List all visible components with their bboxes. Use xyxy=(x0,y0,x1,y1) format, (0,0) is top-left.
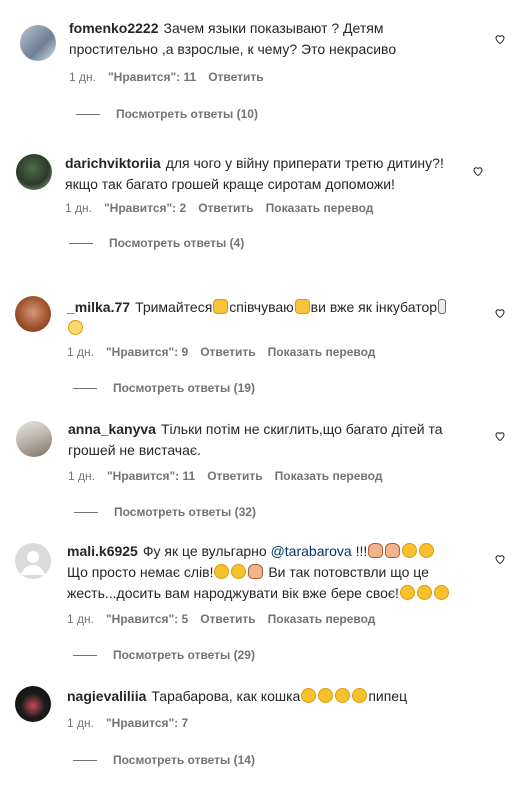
reply-button[interactable]: Ответить xyxy=(208,70,263,84)
view-replies-button[interactable]: Посмотреть ответы (32) xyxy=(74,505,256,519)
frowning-emoji-icon xyxy=(214,564,230,579)
view-replies-label: Посмотреть ответы (32) xyxy=(114,505,256,519)
rofl-emoji-icon xyxy=(402,543,418,558)
like-heart-icon[interactable] xyxy=(494,307,506,319)
laughing-emoji-icon xyxy=(301,688,317,703)
avatar[interactable] xyxy=(16,421,52,457)
default-user-icon xyxy=(21,551,45,575)
divider-line xyxy=(76,114,100,116)
comment-meta: 1 дн. "Нравится": 11 Ответить Показать пере… xyxy=(68,469,394,483)
divider-line xyxy=(73,760,97,762)
comment-time: 1 дн. xyxy=(67,716,94,730)
avatar[interactable] xyxy=(15,543,51,579)
facepalm-emoji-icon xyxy=(385,543,401,558)
view-replies-label: Посмотреть ответы (10) xyxy=(116,107,258,121)
username[interactable]: darichviktoriia xyxy=(65,155,161,171)
likes-count[interactable]: "Нравится": 9 xyxy=(106,345,188,359)
view-replies-label: Посмотреть ответы (4) xyxy=(109,236,245,250)
reply-button[interactable]: Ответить xyxy=(198,201,253,215)
comment-time: 1 дн. xyxy=(67,345,94,359)
laughing-emoji-icon xyxy=(318,688,334,703)
comment-text: darichviktoriia для чого у війну приперат… xyxy=(65,153,465,195)
divider-line xyxy=(74,512,98,514)
view-replies-button[interactable]: Посмотреть ответы (29) xyxy=(73,648,255,662)
laughing-emoji-icon xyxy=(335,688,351,703)
weary-emoji-icon xyxy=(419,543,435,558)
likes-count[interactable]: "Нравится": 5 xyxy=(106,612,188,626)
facepalm-emoji-icon xyxy=(368,543,384,558)
username[interactable]: anna_kanyva xyxy=(68,421,156,437)
laughing-emoji-icon xyxy=(352,688,368,703)
comment-body: співчуваю xyxy=(229,299,294,315)
translate-button[interactable]: Показать перевод xyxy=(268,612,376,626)
like-heart-icon[interactable] xyxy=(494,553,506,565)
view-replies-button[interactable]: Посмотреть ответы (10) xyxy=(76,107,258,121)
like-heart-icon[interactable] xyxy=(472,165,484,177)
comment-meta: 1 дн. "Нравится": 9 Ответить Показать перев… xyxy=(67,345,387,359)
comment-text: mali.k6925 Фу як це вульгарно @tarabarova… xyxy=(67,541,477,604)
view-replies-label: Посмотреть ответы (14) xyxy=(113,753,255,767)
comment-body: Що просто немає слів! xyxy=(67,564,214,580)
comment-meta: 1 дн. "Нравится": 11 Ответить xyxy=(69,70,276,84)
comment-time: 1 дн. xyxy=(68,469,95,483)
comment-text: anna_kanyva Тільки потім не скиглить,що б… xyxy=(68,419,468,461)
like-heart-icon[interactable] xyxy=(494,430,506,442)
username[interactable]: nagievaliliia xyxy=(67,688,146,704)
praying-hands-emoji-icon xyxy=(213,299,229,314)
smirk-emoji-icon xyxy=(416,585,432,600)
comment-text: _milka.77 Тримайтеся співчуваю ви вже як ін… xyxy=(67,297,467,339)
username[interactable]: mali.k6925 xyxy=(67,543,138,559)
comment-time: 1 дн. xyxy=(69,70,96,84)
baby-emoji-icon xyxy=(68,320,83,335)
comment-body: Тарабарова, как кошка xyxy=(151,688,301,704)
likes-count[interactable]: "Нравится": 2 xyxy=(104,201,186,215)
comment-body: ви вже як інкубатор xyxy=(310,299,438,315)
comment-body: Фу як це вульгарно xyxy=(142,543,267,559)
reply-button[interactable]: Ответить xyxy=(207,469,262,483)
username[interactable]: _milka.77 xyxy=(67,299,130,315)
facepalm-emoji-icon xyxy=(248,564,264,579)
comment-meta: 1 дн. "Нравится": 2 Ответить Показать перев… xyxy=(65,201,385,215)
comment-text: fomenko2222 Зачем языки показывают ? Детя… xyxy=(69,18,469,60)
divider-line xyxy=(69,243,93,245)
comment-time: 1 дн. xyxy=(67,612,94,626)
username[interactable]: fomenko2222 xyxy=(69,20,158,36)
view-replies-label: Посмотреть ответы (19) xyxy=(113,381,255,395)
translate-button[interactable]: Показать перевод xyxy=(266,201,374,215)
avatar[interactable] xyxy=(15,686,51,722)
comment-text: nagievaliliia Тарабарова, как кошка пипец xyxy=(67,686,467,707)
smirk-emoji-icon xyxy=(433,585,449,600)
view-replies-button[interactable]: Посмотреть ответы (4) xyxy=(69,236,244,250)
baby-bottle-emoji-icon xyxy=(438,299,447,314)
translate-button[interactable]: Показать перевод xyxy=(268,345,376,359)
avatar[interactable] xyxy=(20,25,56,61)
reply-button[interactable]: Ответить xyxy=(200,612,255,626)
comment-body: Тримайтеся xyxy=(135,299,213,315)
translate-button[interactable]: Показать перевод xyxy=(275,469,383,483)
smirk-emoji-icon xyxy=(399,585,415,600)
likes-count[interactable]: "Нравится": 11 xyxy=(108,70,196,84)
comment-time: 1 дн. xyxy=(65,201,92,215)
mention-link[interactable]: @tarabarova xyxy=(271,543,352,559)
frowning-emoji-icon xyxy=(231,564,247,579)
divider-line xyxy=(73,388,97,390)
view-replies-button[interactable]: Посмотреть ответы (19) xyxy=(73,381,255,395)
divider-line xyxy=(73,655,97,657)
avatar[interactable] xyxy=(15,296,51,332)
likes-count[interactable]: "Нравится": 7 xyxy=(106,716,188,730)
comment-meta: 1 дн. "Нравится": 5 Ответить Показать перев… xyxy=(67,612,387,626)
view-replies-button[interactable]: Посмотреть ответы (14) xyxy=(73,753,255,767)
like-heart-icon[interactable] xyxy=(494,33,506,45)
comment-meta: 1 дн. "Нравится": 7 xyxy=(67,716,200,730)
comment-body: !!! xyxy=(355,543,368,559)
avatar[interactable] xyxy=(16,154,52,190)
reply-button[interactable]: Ответить xyxy=(200,345,255,359)
folded-hands-emoji-icon xyxy=(294,299,310,314)
likes-count[interactable]: "Нравится": 11 xyxy=(107,469,195,483)
view-replies-label: Посмотреть ответы (29) xyxy=(113,648,255,662)
comment-body: пипец xyxy=(368,688,408,704)
